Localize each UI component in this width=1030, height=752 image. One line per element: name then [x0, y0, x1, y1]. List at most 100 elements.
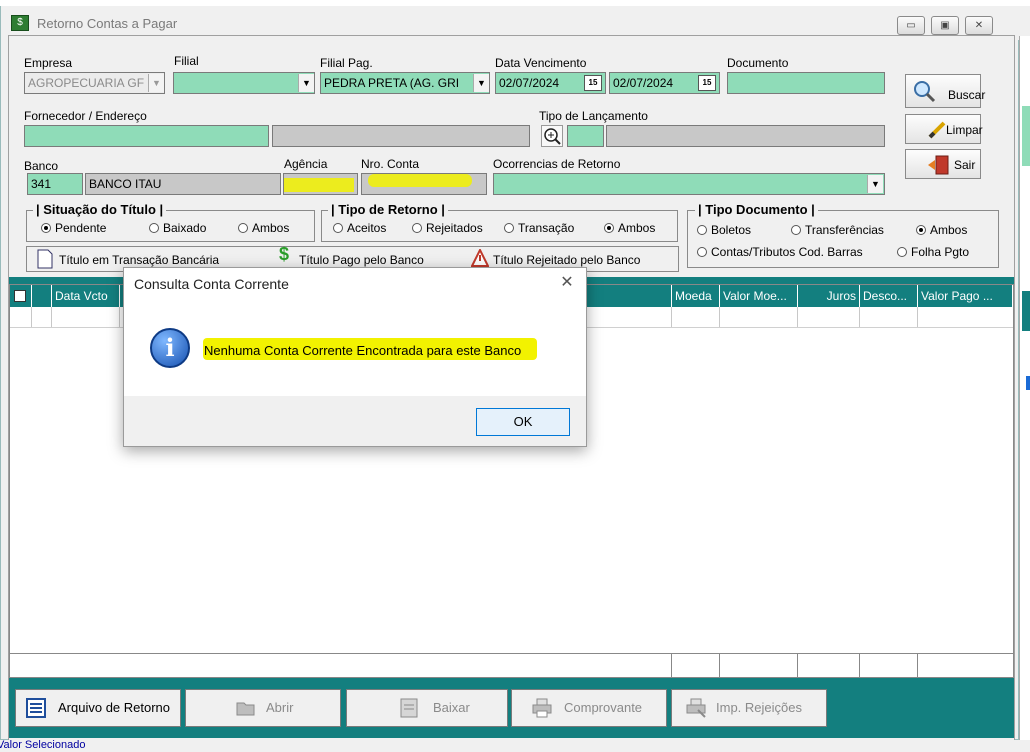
- tipo-documento-group: [687, 210, 999, 268]
- radio-ambos-retorno[interactable]: Ambos: [604, 221, 655, 235]
- empresa-select[interactable]: AGROPECUARIA GF ▼: [24, 72, 165, 94]
- status-bar: Valor Selecionado: [0, 739, 1030, 752]
- close-button[interactable]: ✕: [965, 16, 993, 35]
- header-desconto[interactable]: Desco...: [860, 285, 918, 307]
- header-valor-pago[interactable]: Valor Pago ...: [918, 285, 1013, 307]
- conta-field[interactable]: [361, 173, 487, 195]
- highlight-mark: [284, 178, 354, 192]
- ok-button[interactable]: OK: [476, 408, 570, 436]
- radio-label: Transação: [518, 221, 575, 235]
- radio-transacao[interactable]: Transação: [504, 221, 574, 235]
- arquivo-retorno-button[interactable]: Arquivo de Retorno: [15, 689, 181, 727]
- window-title: Retorno Contas a Pagar: [37, 16, 178, 31]
- sair-button[interactable]: Sair: [905, 149, 981, 179]
- radio-icon: [897, 247, 907, 257]
- radio-label: Ambos: [252, 221, 290, 235]
- limpar-button[interactable]: Limpar: [905, 114, 983, 144]
- dialog-close-button[interactable]: ✕: [554, 272, 580, 294]
- background-field: [1022, 106, 1030, 166]
- header-data-vcto[interactable]: Data Vcto: [52, 285, 120, 307]
- legend-transacao: Título em Transação Bancária: [59, 253, 220, 267]
- baixar-button[interactable]: Baixar: [346, 689, 508, 727]
- ocorrencias-select[interactable]: ▼: [493, 173, 885, 195]
- grid-line: [119, 307, 120, 327]
- radio-rejeitados[interactable]: Rejeitados: [412, 221, 483, 235]
- grid-line: [917, 307, 918, 327]
- comprovante-button[interactable]: Comprovante: [511, 689, 667, 727]
- grid-line: [719, 307, 720, 327]
- grid-line: [859, 307, 860, 327]
- abrir-label: Abrir: [266, 700, 294, 715]
- eraser-icon: [928, 121, 946, 139]
- chevron-down-icon[interactable]: ▼: [298, 74, 314, 92]
- filial-select[interactable]: ▼: [173, 72, 315, 94]
- calendar-icon[interactable]: 15: [584, 75, 602, 91]
- baixar-label: Baixar: [433, 700, 470, 715]
- legend-rejeitado: Título Rejeitado pelo Banco: [493, 253, 641, 267]
- agencia-field[interactable]: [283, 173, 358, 195]
- radio-label: Pendente: [55, 221, 107, 235]
- date-from-field[interactable]: 02/07/2024 15: [495, 72, 606, 94]
- radio-aceitos[interactable]: Aceitos: [333, 221, 386, 235]
- radio-label: Aceitos: [347, 221, 387, 235]
- printer-icon: [532, 698, 552, 718]
- fornecedor-input[interactable]: [24, 125, 269, 147]
- radio-icon: [697, 247, 707, 257]
- checkbox-icon[interactable]: [14, 290, 26, 302]
- bottom-toolbar: Arquivo de Retorno Abrir Baixar Comprova…: [9, 678, 1014, 738]
- radio-selected-icon: [916, 225, 926, 235]
- banco-code-input[interactable]: 341: [27, 173, 83, 195]
- date-to-field[interactable]: 02/07/2024 15: [609, 72, 720, 94]
- calendar-icon[interactable]: 15: [698, 75, 716, 91]
- footer-line: [671, 654, 672, 678]
- banco-label: Banco: [24, 159, 59, 173]
- radio-ambos-documento[interactable]: Ambos: [916, 223, 967, 237]
- radio-transferencias[interactable]: Transferências: [791, 223, 884, 237]
- radio-ambos-situacao[interactable]: Ambos: [238, 221, 289, 235]
- chevron-down-icon[interactable]: ▼: [148, 74, 164, 92]
- date-from-value: 02/07/2024: [499, 76, 560, 90]
- abrir-button[interactable]: Abrir: [185, 689, 341, 727]
- radio-label: Contas/Tributos Cod. Barras: [711, 245, 863, 259]
- radio-baixado[interactable]: Baixado: [149, 221, 206, 235]
- fornecedor-label: Fornecedor / Endereço: [24, 109, 147, 123]
- filial-pag-select[interactable]: PEDRA PRETA (AG. GRI ▼: [320, 72, 490, 94]
- documento-input[interactable]: [727, 72, 885, 94]
- buscar-button[interactable]: Buscar: [905, 74, 985, 108]
- header-moeda[interactable]: Moeda: [672, 285, 720, 307]
- footer-line: [797, 654, 798, 678]
- radio-icon: [333, 223, 343, 233]
- exit-door-icon: [928, 155, 949, 175]
- tipo-lancamento-code[interactable]: [567, 125, 604, 147]
- dialog-title: Consulta Conta Corrente: [134, 276, 289, 292]
- background-window: [1019, 36, 1030, 742]
- background-band: [1022, 291, 1030, 331]
- zoom-search-icon[interactable]: [541, 125, 563, 147]
- radio-label: Boletos: [711, 223, 752, 237]
- header-valor-moeda[interactable]: Valor Moe...: [720, 285, 798, 307]
- chevron-down-icon[interactable]: ▼: [473, 74, 489, 92]
- radio-contas-tributos[interactable]: Contas/Tributos Cod. Barras: [697, 245, 863, 259]
- imp-rejeicoes-label: Imp. Rejeições: [716, 700, 802, 715]
- minimize-button[interactable]: ▭: [897, 16, 925, 35]
- radio-label: Folha Pgto: [911, 245, 970, 259]
- chevron-down-icon[interactable]: ▼: [867, 175, 883, 193]
- radio-boletos[interactable]: Boletos: [697, 223, 751, 237]
- comprovante-label: Comprovante: [564, 700, 643, 715]
- header-select-all[interactable]: [10, 285, 32, 307]
- tipo-documento-title: | Tipo Documento |: [695, 202, 818, 217]
- sair-label: Sair: [954, 158, 976, 172]
- empresa-label: Empresa: [24, 56, 73, 70]
- footer-line: [859, 654, 860, 678]
- printer-reject-icon: [686, 698, 706, 718]
- empresa-value: AGROPECUARIA GF: [28, 76, 145, 90]
- radio-folha-pgto[interactable]: Folha Pgto: [897, 245, 969, 259]
- header-juros[interactable]: Juros: [798, 285, 860, 307]
- download-list-icon: [400, 698, 418, 718]
- tipo-lancamento-label: Tipo de Lançamento: [539, 109, 648, 123]
- footer-line: [917, 654, 918, 678]
- imp-rejeicoes-button[interactable]: Imp. Rejeições: [671, 689, 827, 727]
- buscar-label: Buscar: [948, 88, 986, 102]
- radio-pendente[interactable]: Pendente: [41, 221, 106, 235]
- maximize-button[interactable]: ▣: [931, 16, 959, 35]
